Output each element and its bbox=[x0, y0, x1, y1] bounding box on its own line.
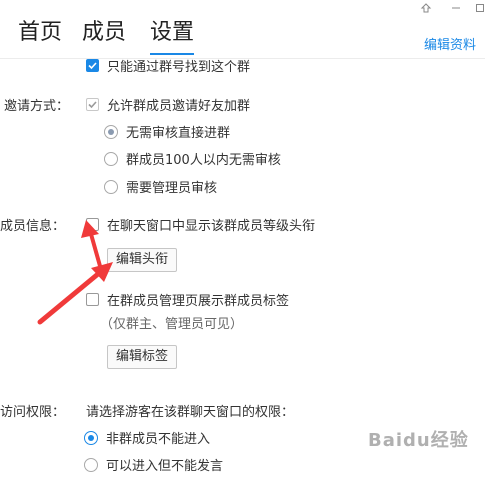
annotation-arrows bbox=[37, 220, 113, 325]
arrow-to-checkbox bbox=[81, 220, 102, 268]
arrow-to-edit-title bbox=[37, 262, 113, 325]
